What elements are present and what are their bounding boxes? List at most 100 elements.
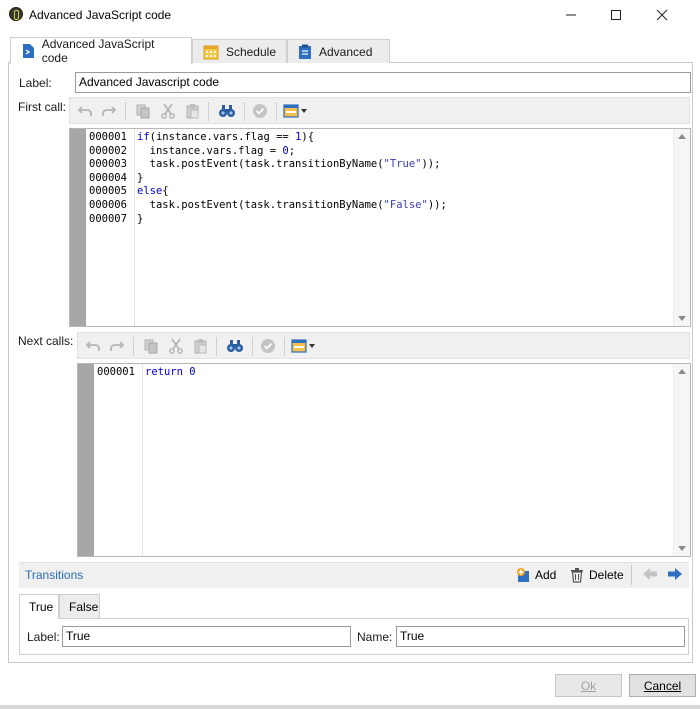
transition-tab-true[interactable]: True (19, 594, 59, 619)
arrow-right-icon (668, 568, 682, 580)
insert-field-icon (283, 104, 307, 118)
line-number: 000001 (97, 366, 135, 378)
label-caption: Label: (19, 76, 52, 90)
arrow-left-icon (643, 568, 657, 580)
code-line[interactable]: if(instance.vars.flag == 1){ (137, 131, 447, 145)
scroll-down-icon[interactable] (678, 546, 686, 551)
vertical-scrollbar[interactable] (673, 129, 690, 326)
maximize-icon (611, 10, 621, 20)
tab-advanced[interactable]: Advanced (287, 39, 390, 63)
cancel-button[interactable]: Cancel (629, 674, 696, 697)
find-button[interactable] (218, 102, 236, 120)
line-number: 000007 (89, 212, 127, 225)
paste-button[interactable] (192, 337, 210, 355)
tab-label: Advanced JavaScript code (41, 37, 155, 65)
undo-button[interactable] (76, 102, 94, 120)
tab-advanced-javascript-code[interactable]: Advanced JavaScript code (10, 37, 192, 65)
line-numbers: 000001 000002 000003 000004 000005 000006 0000… (89, 131, 127, 226)
redo-icon (110, 341, 125, 351)
line-number: 000001 (89, 131, 127, 143)
scroll-up-icon[interactable] (678, 134, 686, 139)
paste-icon (186, 104, 199, 119)
transition-name-input[interactable]: True (396, 626, 685, 647)
check-syntax-button[interactable] (259, 337, 277, 355)
vertical-scrollbar[interactable] (673, 364, 690, 556)
copy-icon (136, 104, 150, 119)
delete-transition-button[interactable]: Delete (570, 566, 624, 584)
check-icon (261, 339, 275, 353)
cut-icon (161, 103, 175, 119)
redo-button[interactable] (100, 102, 118, 120)
line-number: 000004 (89, 171, 127, 184)
window-bottom-edge (0, 705, 700, 709)
transition-label-input[interactable]: True (62, 626, 351, 647)
add-label: Add (535, 568, 557, 582)
paste-icon (194, 339, 207, 354)
paste-button[interactable] (184, 102, 202, 120)
first-call-editor[interactable]: 000001 000002 000003 000004 000005 000006 0000… (69, 128, 691, 327)
find-button[interactable] (226, 337, 244, 355)
minimize-icon (566, 14, 576, 16)
maximize-button[interactable] (593, 0, 639, 30)
undo-button[interactable] (84, 337, 102, 355)
insert-field-button[interactable] (290, 337, 318, 355)
redo-icon (102, 106, 117, 116)
transitions-title: Transitions (25, 568, 84, 582)
tab-label: Advanced (319, 44, 373, 59)
check-icon (253, 104, 267, 118)
check-syntax-button[interactable] (251, 102, 269, 120)
cut-button[interactable] (167, 337, 185, 355)
first-call-caption: First call: (18, 100, 66, 114)
transition-name-caption: Name: (357, 630, 393, 644)
close-button[interactable] (639, 0, 685, 30)
line-numbers: 000001 (97, 366, 135, 380)
scroll-down-icon[interactable] (678, 316, 686, 321)
code-line[interactable]: } (137, 213, 447, 227)
move-left-button[interactable] (641, 566, 659, 585)
code-line[interactable]: else{ (137, 185, 447, 199)
insert-field-button[interactable] (282, 102, 310, 120)
ok-label: Ok (580, 678, 597, 693)
redo-button[interactable] (108, 337, 126, 355)
close-icon (656, 9, 668, 21)
code-line[interactable]: } (137, 172, 447, 186)
line-number: 000002 (89, 144, 127, 157)
code-line[interactable]: task.postEvent(task.transitionByName("Fa… (137, 199, 447, 213)
copy-button[interactable] (134, 102, 152, 120)
find-icon (219, 105, 235, 117)
cut-icon (169, 338, 183, 354)
cut-button[interactable] (159, 102, 177, 120)
first-call-toolbar (69, 97, 690, 124)
next-calls-editor[interactable]: 000001 return 0 (77, 363, 691, 557)
script-icon (23, 44, 34, 58)
trash-icon (571, 568, 583, 583)
label-input[interactable]: Advanced Javascript code (75, 72, 691, 93)
code-line[interactable]: task.postEvent(task.transitionByName("Tr… (137, 158, 447, 172)
insert-field-icon (291, 339, 315, 353)
minimize-button[interactable] (548, 0, 594, 30)
code-text[interactable]: return 0 (145, 366, 196, 380)
editor-gutter (70, 129, 86, 326)
line-number: 000005 (89, 185, 127, 198)
tab-label: Schedule (225, 44, 276, 59)
undo-icon (85, 341, 100, 351)
copy-icon (144, 339, 158, 354)
code-line[interactable]: return 0 (145, 366, 196, 380)
delete-label: Delete (589, 568, 624, 582)
copy-button[interactable] (142, 337, 160, 355)
move-right-button[interactable] (666, 566, 684, 585)
code-text[interactable]: if(instance.vars.flag == 1){ instance.va… (137, 131, 447, 226)
add-icon (517, 568, 529, 582)
code-line[interactable]: instance.vars.flag = 0; (137, 145, 447, 159)
scroll-up-icon[interactable] (678, 369, 686, 374)
find-icon (227, 340, 243, 352)
window-title: Advanced JavaScript code (29, 8, 172, 22)
add-transition-button[interactable]: Add (516, 566, 556, 584)
tab-schedule[interactable]: Schedule (192, 39, 287, 63)
calendar-icon (203, 45, 219, 59)
clipboard-icon (299, 44, 311, 59)
next-calls-toolbar (77, 332, 690, 359)
transition-tab-false[interactable]: False (59, 594, 100, 618)
ok-button[interactable]: Ok (555, 674, 622, 697)
cancel-label: Cancel (643, 678, 682, 693)
